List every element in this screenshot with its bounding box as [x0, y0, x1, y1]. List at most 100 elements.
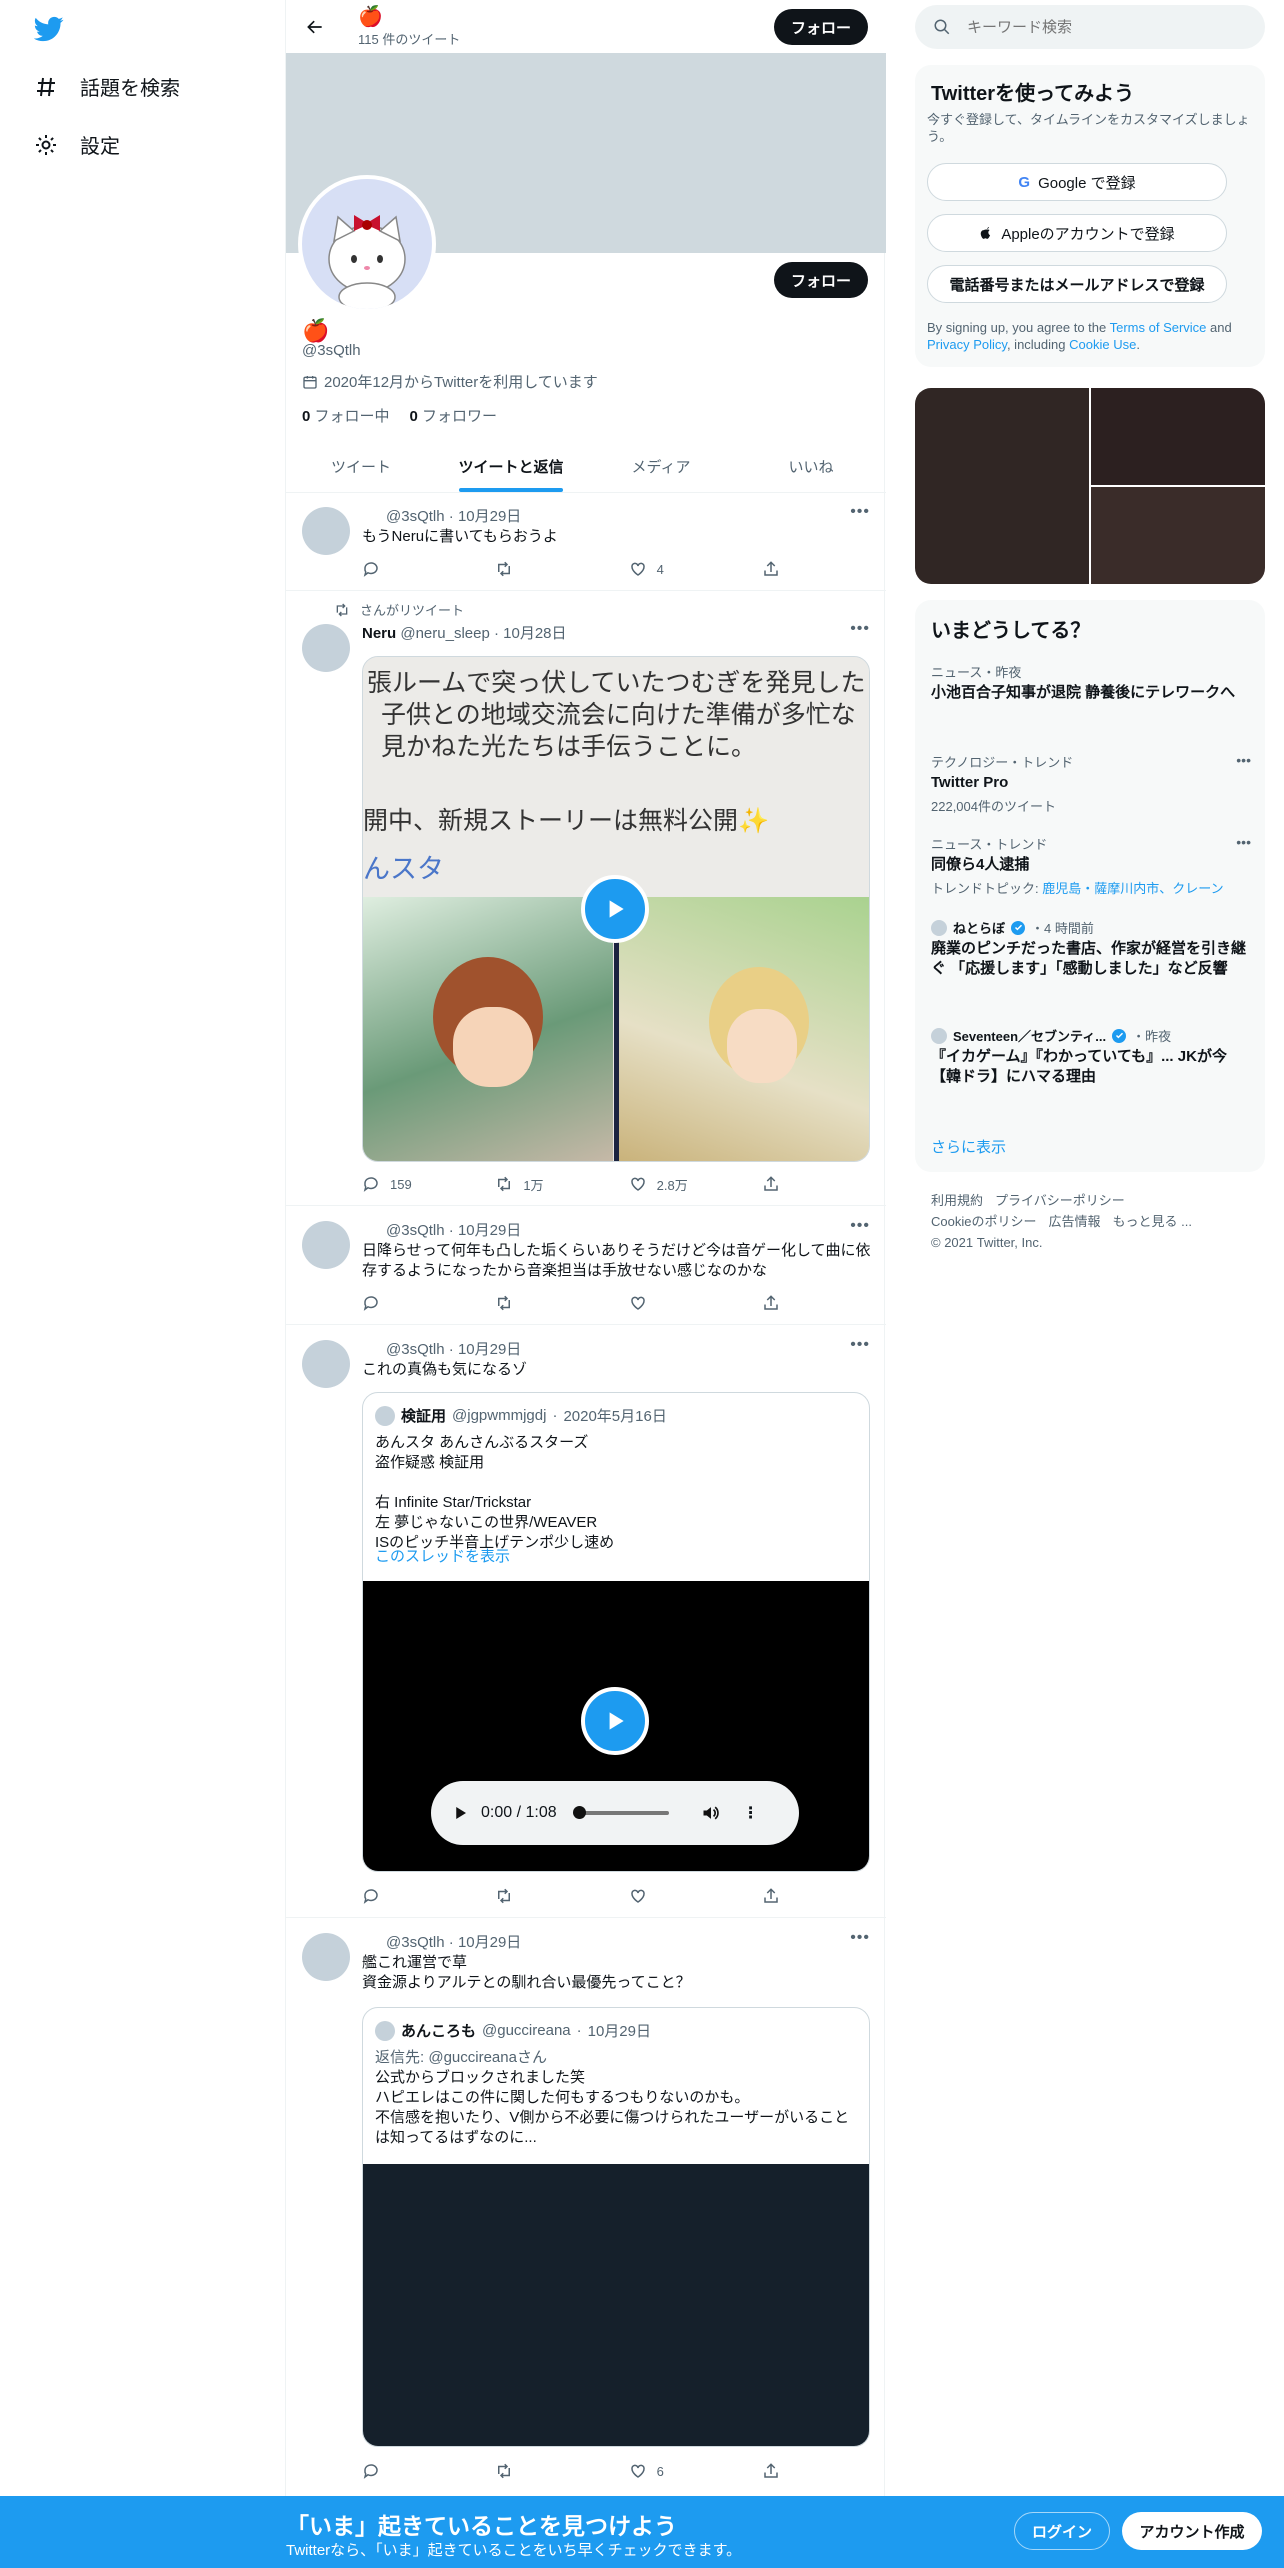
retweet-button[interactable]: 1万 [495, 1174, 565, 1194]
like-button[interactable]: 2.8万 [629, 1174, 699, 1194]
more-icon[interactable]: ••• [850, 620, 870, 638]
search-box[interactable] [915, 5, 1265, 49]
tweet-avatar[interactable] [302, 624, 350, 672]
footer-link-ads[interactable]: 広告情報 [1048, 1214, 1100, 1229]
nav-settings[interactable]: 設定 [34, 130, 120, 159]
tweet[interactable]: @3sQtlh · 10月29日 ••• 艦これ運営で草 資金源よりアルテとの馴… [286, 1919, 886, 2496]
privacy-policy-link[interactable]: Privacy Policy [927, 337, 1007, 352]
tweet[interactable]: @3sQtlh · 10月29日 ••• もうNeruに書いてもらおうよ 4 [286, 493, 886, 591]
more-icon[interactable]: ••• [1236, 834, 1251, 850]
more-icon[interactable]: ••• [1236, 752, 1251, 768]
reply-button[interactable] [362, 1886, 432, 1906]
audio-seek-handle[interactable] [572, 1806, 586, 1819]
signup-button[interactable]: アカウント作成 [1122, 2512, 1262, 2550]
quoted-tweet[interactable]: 検証用 @jgpwmmjgdj · 2020年5月16日 あんスタ あんさんぶるスタ… [362, 1392, 870, 1872]
footer-link-cookies[interactable]: Cookieのポリシー [931, 1214, 1036, 1229]
share-button[interactable] [762, 559, 782, 579]
tweet-avatar[interactable] [302, 1933, 350, 1981]
video-media[interactable]: 張ルームで突っ伏していたつむぎを発見した 子供との地域交流会に向けた準備が多忙な… [362, 656, 870, 1162]
quoted-media[interactable] [363, 2164, 869, 2446]
trend-topics-links[interactable]: 鹿児島・薩摩川内市、クレーン [1042, 881, 1223, 896]
apple-signup-button[interactable]: Appleのアカウントで登録 [927, 214, 1227, 252]
replying-to-handle[interactable]: @guccireana [428, 2049, 517, 2066]
like-button[interactable]: 4 [629, 559, 699, 579]
tweet-date[interactable]: 10月29日 [458, 1222, 521, 1239]
trend-item[interactable]: ニュース・トレンド 同僚ら4人逮捕 トレンドトピック: 鹿児島・薩摩川内市、クレ… [931, 834, 1251, 897]
share-button[interactable] [762, 1293, 782, 1313]
audio-video-media[interactable]: 0:00 / 1:08 ⋮ [363, 1581, 869, 1871]
tab-tweets-and-replies[interactable]: ツイートと返信 [436, 440, 586, 492]
retweet-button[interactable] [495, 1293, 565, 1313]
header-follow-button[interactable]: フォロー [774, 9, 868, 45]
retweet-button[interactable] [495, 2461, 565, 2481]
more-icon[interactable]: ••• [850, 503, 870, 521]
tweet-handle[interactable]: @3sQtlh [386, 1341, 445, 1358]
back-button[interactable] [300, 12, 330, 42]
trend-item[interactable]: ねとらぼ ・4 時間前 廃業のピンチだった書店、作家が経営を引き継ぐ 「応援しま… [931, 918, 1251, 979]
volume-icon[interactable] [701, 1803, 721, 1823]
photo-thumbnail[interactable] [1091, 487, 1265, 584]
show-thread-link[interactable]: このスレッドを表示 [375, 1545, 510, 1566]
tweet-avatar[interactable] [302, 507, 350, 555]
search-input[interactable] [967, 18, 1227, 36]
more-icon[interactable]: ••• [850, 1929, 870, 1947]
photo-thumbnail[interactable] [1091, 388, 1265, 485]
more-icon[interactable]: ••• [850, 1217, 870, 1235]
tweet-date[interactable]: 10月29日 [458, 1341, 521, 1358]
tweet-avatar[interactable] [302, 1340, 350, 1388]
tweet-date[interactable]: 10月29日 [458, 508, 521, 525]
footer-link-more[interactable]: もっと見る ... [1112, 1214, 1191, 1229]
play-video-button[interactable] [581, 1687, 649, 1755]
play-video-button[interactable] [581, 875, 649, 943]
trend-item[interactable]: ニュース・昨夜 小池百合子知事が退院 静養後にテレワークへ [931, 662, 1251, 703]
share-button[interactable] [762, 1174, 782, 1194]
tab-tweets[interactable]: ツイート [286, 440, 436, 492]
tweet[interactable]: さんがリツイート Neru @neru_sleep · 10月28日 ••• 張… [286, 592, 886, 1206]
tweet-avatar[interactable] [302, 1221, 350, 1269]
reply-button[interactable]: 159 [362, 1174, 432, 1194]
quoted-tweet[interactable]: あんころも @guccireana · 10月29日 返信先: @guccirean… [362, 2007, 870, 2447]
tweet-handle[interactable]: @neru_sleep [400, 625, 489, 642]
retweet-button[interactable] [495, 559, 565, 579]
tweet-date[interactable]: 10月28日 [503, 625, 566, 642]
following-stat[interactable]: 0 フォロー中 [302, 405, 390, 426]
login-button[interactable]: ログイン [1014, 2512, 1110, 2550]
audio-seek-bar[interactable] [572, 1806, 669, 1819]
tweet-handle[interactable]: @3sQtlh [386, 508, 445, 525]
reply-button[interactable] [362, 1293, 432, 1313]
share-button[interactable] [762, 2461, 782, 2481]
google-signup-button[interactable]: G Google で登録 [927, 163, 1227, 201]
footer-link-terms[interactable]: 利用規約 [931, 1193, 983, 1208]
tweet-author[interactable]: Neru [362, 625, 396, 642]
photo-thumbnail[interactable] [915, 388, 1089, 584]
footer-link-privacy[interactable]: プライバシーポリシー [995, 1193, 1125, 1208]
like-button[interactable] [629, 1886, 699, 1906]
phone-email-signup-button[interactable]: 電話番号またはメールアドレスで登録 [927, 265, 1227, 303]
share-button[interactable] [762, 1886, 782, 1906]
trend-item[interactable]: テクノロジー・トレンド Twitter Pro 222,004件のツイート ••… [931, 752, 1251, 815]
tweet-date[interactable]: 10月29日 [458, 1934, 521, 1951]
like-button[interactable]: 6 [629, 2461, 699, 2481]
terms-of-service-link[interactable]: Terms of Service [1110, 320, 1207, 335]
audio-options-icon[interactable]: ⋮ [743, 1803, 759, 1823]
tab-likes[interactable]: いいね [736, 440, 886, 492]
reply-button[interactable] [362, 2461, 432, 2481]
tweet[interactable]: @3sQtlh · 10月29日 ••• これの真偽も気になるゾ 検証用 @jg… [286, 1326, 886, 1918]
tweet-handle[interactable]: @3sQtlh [386, 1222, 445, 1239]
profile-avatar[interactable] [298, 175, 436, 313]
like-button[interactable] [629, 1293, 699, 1313]
follow-button[interactable]: フォロー [774, 262, 868, 298]
nav-explore[interactable]: 話題を検索 [34, 72, 180, 101]
more-icon[interactable]: ••• [850, 1336, 870, 1354]
followers-stat[interactable]: 0 フォロワー [410, 405, 498, 426]
show-more-link[interactable]: さらに表示 [931, 1136, 1006, 1157]
tweet-handle[interactable]: @3sQtlh [386, 1934, 445, 1951]
tweet[interactable]: @3sQtlh · 10月29日 ••• 日降らせって何年も凸した垢くらいありそ… [286, 1207, 886, 1325]
reply-button[interactable] [362, 559, 432, 579]
twitter-bird-icon[interactable] [34, 14, 64, 44]
retweet-button[interactable] [495, 1886, 565, 1906]
tab-media[interactable]: メディア [586, 440, 736, 492]
cookie-use-link[interactable]: Cookie Use [1069, 337, 1136, 352]
trend-item[interactable]: Seventeen／セブンティ... ・昨夜 『イカゲーム』『わかっていても』.… [931, 1026, 1251, 1087]
play-icon[interactable] [451, 1804, 469, 1822]
